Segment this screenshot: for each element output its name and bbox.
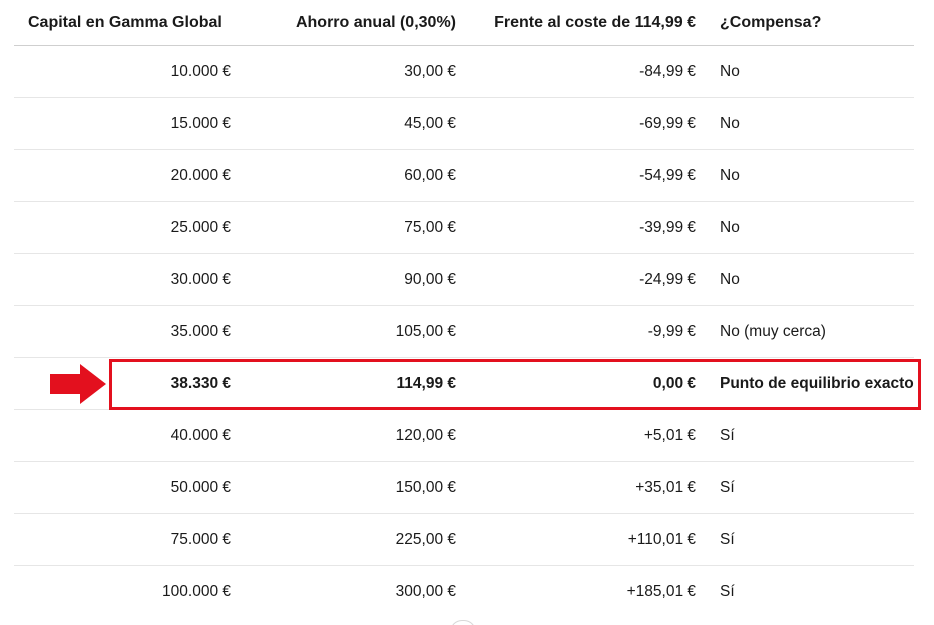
cell-saving: 300,00 € [395,582,456,600]
table-row: 30.000 € 90,00 € -24,99 € No [14,253,914,306]
cell-saving: 75,00 € [231,201,456,254]
table-row: 40.000 € 120,00 € +5,01 € Sí [14,409,914,462]
cell-difference: -84,99 € [456,45,696,98]
table-row: 35.000 € 105,00 € -9,99 € No (muy cerca) [14,305,914,358]
cell-capital: 40.000 € [14,409,231,462]
cell-difference: -54,99 € [456,149,696,202]
cell-difference: -69,99 € [456,97,696,150]
cell-capital: 38.330 € [14,357,231,410]
cell-capital: 15.000 € [14,97,231,150]
table-body: 10.000 € 30,00 € -84,99 € No 15.000 € 45… [14,45,914,618]
cell-capital: 100.000 € [162,582,231,600]
cell-verdict: Sí [696,461,914,514]
cell-capital: 30.000 € [14,253,231,306]
cell-saving: 90,00 € [231,253,456,306]
cell-verdict: No [696,149,914,202]
cell-difference: +5,01 € [456,409,696,462]
table-row: 15.000 € 45,00 € -69,99 € No [14,97,914,150]
table-row: 25.000 € 75,00 € -39,99 € No [14,201,914,254]
header-vs-cost: Frente al coste de 114,99 € [456,0,696,46]
cell-capital: 50.000 € [14,461,231,514]
cell-difference: -9,99 € [456,305,696,358]
cell-verdict: No [696,253,914,306]
cell-saving: 120,00 € [231,409,456,462]
table-row: 20.000 € 60,00 € -54,99 € No [14,149,914,202]
cell-difference: +35,01 € [456,461,696,514]
cell-verdict: No [696,97,914,150]
cell-verdict: Sí [696,409,914,462]
cell-saving: 150,00 € [231,461,456,514]
cell-verdict: No (muy cerca) [696,305,914,358]
table-row-breakeven: 38.330 € 114,99 € 0,00 € Punto de equili… [14,357,914,410]
cell-difference: 0,00 € [456,357,696,410]
cell-saving: 30,00 € [231,45,456,98]
header-capital: Capital en Gamma Global [14,0,231,46]
table-row: 10.000 € 30,00 € -84,99 € No [14,45,914,98]
cell-capital: 25.000 € [14,201,231,254]
cell-verdict: No [696,45,914,98]
cell-capital: 75.000 € [14,513,231,566]
scroll-indicator[interactable] [450,620,476,625]
table-row: 50.000 € 150,00 € +35,01 € Sí [14,461,914,514]
arrow-right-icon [50,364,106,404]
cell-verdict: Punto de equilibrio exacto [696,357,914,410]
table-row: 75.000 € 225,00 € +110,01 € Sí [14,513,914,566]
cell-capital: 10.000 € [14,45,231,98]
table-header: Capital en Gamma Global Ahorro anual (0,… [14,0,914,46]
cell-saving: 105,00 € [231,305,456,358]
cell-difference: +110,01 € [456,513,696,566]
table-row: 100.000 € 300,00 € +185,01 € Sí [14,566,914,618]
cell-saving: 225,00 € [231,513,456,566]
header-row: Capital en Gamma Global Ahorro anual (0,… [14,0,914,46]
header-worth-it: ¿Compensa? [696,0,914,46]
breakeven-page: Capital en Gamma Global Ahorro anual (0,… [0,0,934,625]
cell-capital: 20.000 € [14,149,231,202]
cell-saving: 60,00 € [231,149,456,202]
cell-verdict: Sí [696,513,914,566]
cell-verdict: Sí [720,582,735,600]
header-annual-saving: Ahorro anual (0,30%) [231,0,456,46]
cell-difference: -24,99 € [456,253,696,306]
cell-capital: 35.000 € [14,305,231,358]
cell-difference: +185,01 € [626,582,696,600]
cell-saving: 114,99 € [231,357,456,410]
breakeven-table: Capital en Gamma Global Ahorro anual (0,… [14,0,914,617]
cell-verdict: No [696,201,914,254]
cell-difference: -39,99 € [456,201,696,254]
cell-saving: 45,00 € [231,97,456,150]
